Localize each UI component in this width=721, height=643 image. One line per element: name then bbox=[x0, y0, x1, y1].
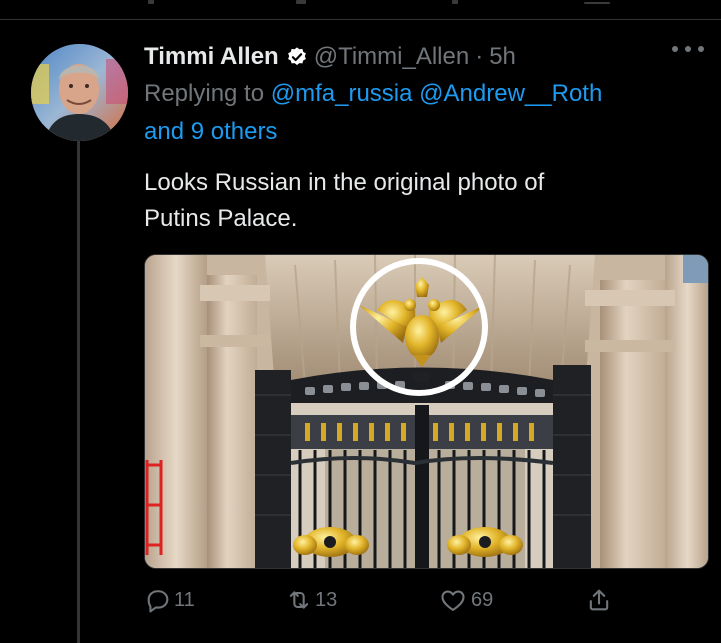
palace-gate-photo bbox=[145, 255, 708, 568]
replying-others-link[interactable]: and 9 others bbox=[144, 118, 277, 145]
tweet-screen: Timmi Allen @Timmi_Allen · 5h Replying t… bbox=[0, 0, 721, 643]
heart-icon bbox=[441, 590, 465, 611]
share-icon bbox=[589, 589, 609, 611]
thread-connector-line bbox=[77, 140, 80, 643]
mention-link-2[interactable]: @Andrew__Roth bbox=[419, 80, 602, 107]
header-separator: · bbox=[475, 43, 484, 70]
avatar[interactable] bbox=[31, 44, 128, 141]
tweet-body: Timmi Allen @Timmi_Allen · 5h Replying t… bbox=[144, 40, 704, 237]
tweet-divider bbox=[0, 19, 721, 20]
retweet-count: 13 bbox=[315, 588, 338, 611]
tweet-header: Timmi Allen @Timmi_Allen · 5h bbox=[144, 40, 704, 74]
like-action[interactable]: 69 bbox=[439, 586, 493, 614]
tweet-actions: 11 13 69 bbox=[144, 586, 624, 622]
mention-link-1[interactable]: @mfa_russia bbox=[271, 80, 413, 107]
tweet-media-image[interactable] bbox=[144, 254, 709, 569]
reply-count: 11 bbox=[174, 588, 195, 611]
share-action[interactable] bbox=[585, 586, 613, 614]
retweet-icon bbox=[289, 591, 309, 609]
replying-prefix: Replying to bbox=[144, 80, 271, 107]
tweet-timestamp[interactable]: 5h bbox=[489, 43, 516, 71]
avatar-photo bbox=[31, 44, 128, 141]
reply-action[interactable]: 11 bbox=[144, 586, 195, 614]
previous-tweet-actions-fragment bbox=[0, 0, 721, 8]
tweet-text-line-2: Putins Palace. bbox=[144, 205, 298, 232]
retweet-action[interactable]: 13 bbox=[285, 586, 337, 614]
tweet-text-line-1: Looks Russian in the original photo of bbox=[144, 169, 545, 196]
tweet-text: Looks Russian in the original photo of P… bbox=[144, 165, 704, 237]
like-count: 69 bbox=[471, 588, 494, 611]
more-dots-icon[interactable] bbox=[672, 46, 704, 56]
reply-icon bbox=[147, 590, 169, 613]
replying-to-line: Replying to @mfa_russia @Andrew__Roth an… bbox=[144, 75, 704, 151]
verified-badge-icon bbox=[287, 47, 306, 65]
author-name[interactable]: Timmi Allen bbox=[144, 43, 279, 71]
author-handle[interactable]: @Timmi_Allen bbox=[314, 43, 470, 71]
